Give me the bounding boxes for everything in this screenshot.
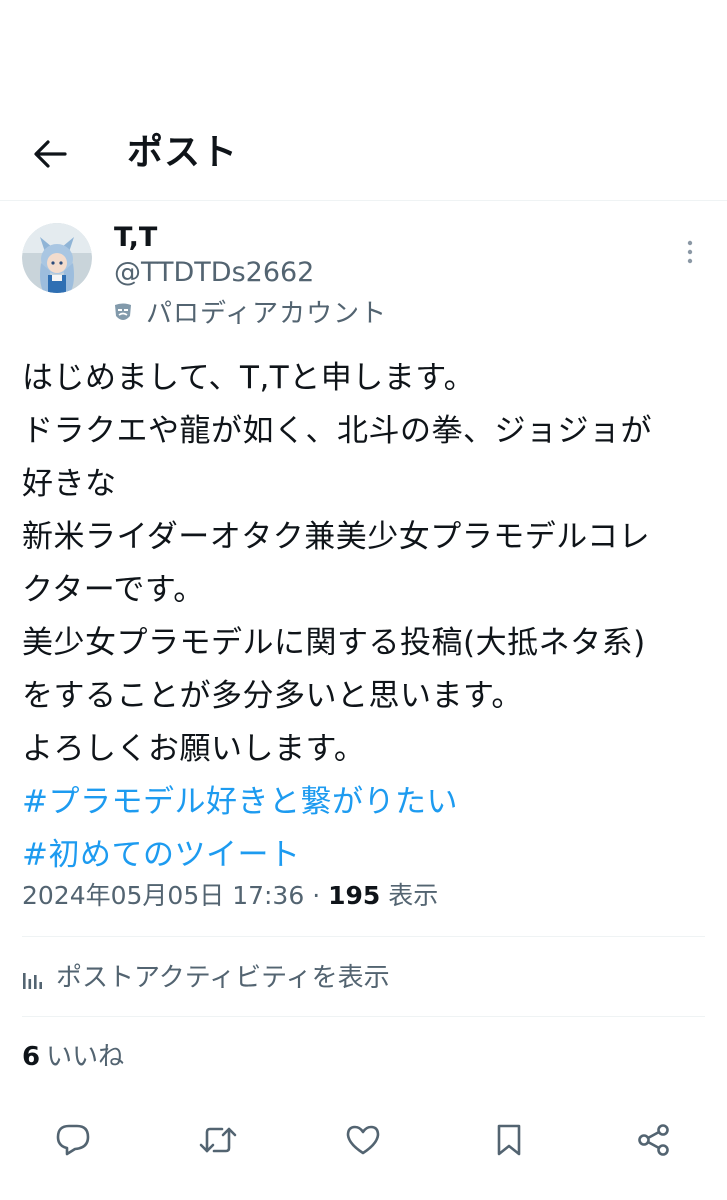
arrow-left-icon (34, 140, 67, 168)
parody-label-text: パロディアカウント (146, 299, 388, 329)
more-vertical-icon (687, 240, 693, 264)
tweet-text-line: ドラクエや龍が如く、北斗の拳、ジョジョが (22, 413, 652, 449)
likes-summary[interactable]: 6 いいね (22, 1036, 124, 1078)
bookmark-icon (497, 1124, 521, 1156)
views-count: 195 (328, 881, 381, 910)
back-button[interactable] (28, 132, 72, 176)
hashtag-link[interactable]: #初めてのツイート (22, 829, 712, 882)
repost-button[interactable] (196, 1118, 240, 1162)
activity-divider (22, 1016, 705, 1017)
tweet-text-line: 美少女プラモデルに関する投稿(大抵ネタ系) (22, 625, 646, 661)
hashtag-link[interactable]: #プラモデル好きと繋がりたい (22, 776, 712, 829)
tweet-text-line: 新米ライダーオタク兼美少女プラモデルコレ (22, 519, 651, 555)
view-post-activity-link[interactable]: ポストアクティビティを表示 (22, 955, 390, 1001)
tweet-text-line: よろしくお願いします。 (22, 731, 366, 767)
tweet-text-line: をすることが多分多いと思います。 (22, 678, 523, 714)
bar-chart-icon (22, 967, 44, 989)
author-handle[interactable]: @TTDTDs2662 (114, 256, 314, 290)
share-icon (638, 1124, 669, 1156)
top-bar: ポスト (0, 110, 727, 200)
likes-count: 6 (22, 1042, 41, 1072)
theater-mask-icon (112, 302, 134, 326)
reply-button[interactable] (51, 1118, 95, 1162)
tweet-text-line: 好きな (22, 466, 117, 502)
repost-icon (199, 1127, 237, 1153)
page-title: ポスト (127, 132, 239, 173)
action-bar (0, 1110, 727, 1166)
bookmark-button[interactable] (487, 1118, 531, 1162)
more-options-button[interactable] (670, 232, 710, 272)
activity-label: ポストアクティビティを表示 (56, 963, 390, 993)
tweet-text-line: はじめまして、T,Tと申します。 (22, 360, 476, 396)
header-divider (0, 200, 727, 201)
reply-bubble-icon (56, 1124, 90, 1156)
tweet-text: はじめまして、T,Tと申します。 ドラクエや龍が如く、北斗の拳、ジョジョが 好き… (22, 352, 712, 882)
heart-icon (346, 1125, 380, 1155)
tweet-text-line: クターです。 (22, 572, 205, 608)
likes-label: いいね (46, 1042, 125, 1072)
share-button[interactable] (632, 1118, 676, 1162)
author-display-name[interactable]: T,T (114, 221, 157, 255)
like-button[interactable] (341, 1118, 385, 1162)
post-timestamp[interactable]: 2024年05月05日 17:36 (22, 881, 304, 910)
avatar-figure-image (22, 223, 92, 293)
avatar[interactable] (22, 223, 92, 293)
meta-divider (22, 936, 705, 937)
parody-account-label: パロディアカウント (112, 296, 387, 332)
meta-separator: · (304, 881, 329, 910)
views-label: 表示 (380, 881, 439, 910)
post-meta: 2024年05月05日 17:36 · 195 表示 (22, 876, 438, 916)
